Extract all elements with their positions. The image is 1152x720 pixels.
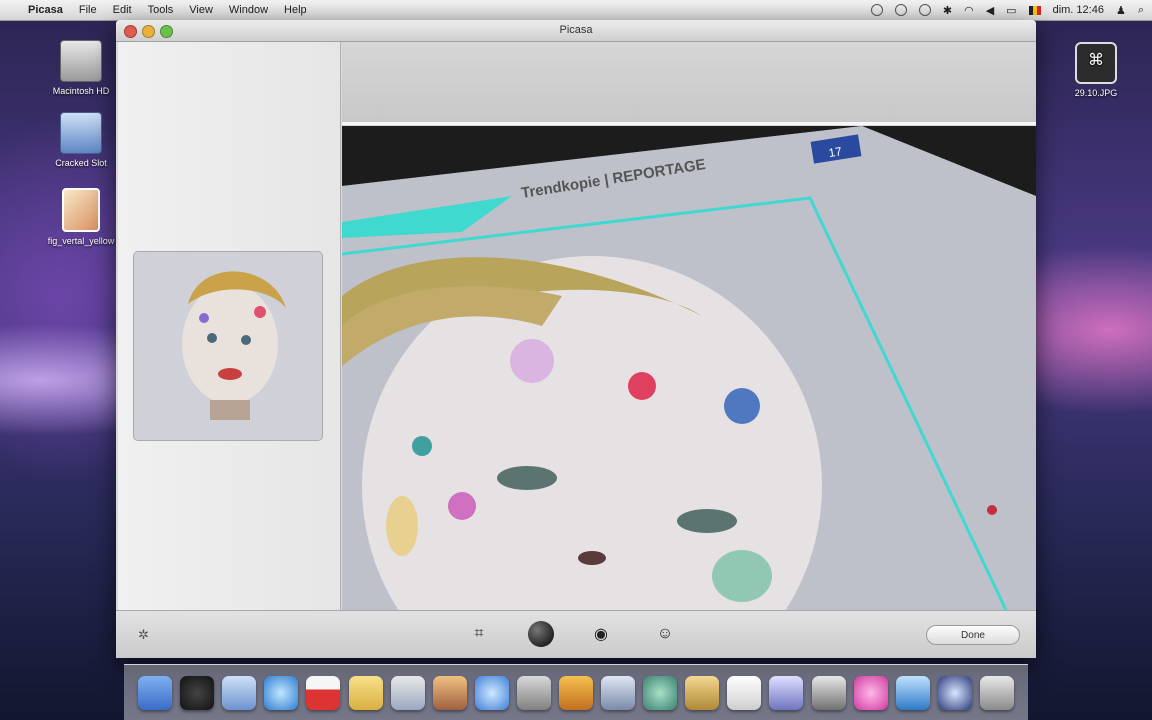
iphoto-icon[interactable] (432, 675, 467, 710)
window-title: Picasa (559, 24, 593, 36)
desktop-icon-label: fig_vertal_yellow (47, 236, 115, 246)
image-file-icon (62, 188, 100, 232)
wifi-icon[interactable]: ◠ (964, 4, 974, 17)
time-machine-dock-icon[interactable] (643, 675, 678, 710)
preview-icon[interactable] (390, 675, 425, 710)
cd-icon[interactable] (937, 675, 972, 710)
script-icon[interactable] (769, 675, 804, 710)
menu-view[interactable]: View (189, 4, 213, 16)
battery-icon[interactable]: ▭ (1006, 4, 1016, 17)
menubar-status-area: ✱ ◠ ◀ ▭ dim. 12:46 ♟ ⌕ (870, 0, 1144, 20)
finder-icon[interactable] (138, 675, 173, 710)
safari-icon[interactable] (264, 675, 299, 710)
menu-app-name[interactable]: Picasa (28, 4, 63, 16)
sync-icon[interactable] (870, 4, 883, 16)
disk-image-icon (60, 112, 102, 154)
webcam-preview[interactable]: Trendkopie | REPORTAGE 17 (342, 126, 1036, 610)
desktop-icon-label: Macintosh HD (52, 86, 110, 96)
garageband-icon[interactable] (558, 675, 593, 710)
minimize-button[interactable] (142, 25, 155, 38)
notes-icon[interactable] (348, 675, 383, 710)
mail-icon[interactable] (222, 675, 257, 710)
bluetooth-icon[interactable]: ✱ (943, 4, 952, 17)
time-machine-icon[interactable] (894, 4, 907, 16)
dashboard-icon[interactable] (180, 675, 215, 710)
crop-icon[interactable]: ⌗ (466, 621, 492, 647)
photo-app-icon[interactable] (895, 675, 930, 710)
captured-photo-thumbnail[interactable] (134, 252, 322, 440)
menubar-clock[interactable]: dim. 12:46 (1053, 4, 1104, 16)
gear-icon[interactable]: ✲ (138, 627, 149, 643)
face-scan-icon[interactable]: ☺ (652, 621, 678, 647)
spotlight-icon[interactable]: ⌕ (1138, 4, 1144, 17)
hard-drive-icon (60, 40, 102, 82)
ical-icon[interactable] (306, 675, 341, 710)
desktop-icon-hd[interactable]: Macintosh HD (38, 40, 124, 96)
desktop-icon-label: 29.10.JPG (1074, 88, 1118, 98)
user-icon[interactable]: ♟ (1116, 4, 1126, 17)
window-titlebar[interactable]: Picasa (116, 20, 1036, 42)
done-button[interactable]: Done (926, 625, 1020, 645)
input-flag-icon[interactable] (1028, 5, 1041, 15)
menu-help[interactable]: Help (284, 4, 307, 16)
desktop-icon-label: Cracked Slot (55, 158, 107, 168)
spaces-icon[interactable] (601, 675, 636, 710)
close-button[interactable] (124, 25, 137, 38)
menu-file[interactable]: File (79, 4, 97, 16)
window-controls (124, 25, 173, 38)
calculator-icon[interactable] (811, 675, 846, 710)
clock-icon[interactable] (918, 4, 931, 16)
dock (124, 664, 1028, 720)
trash-icon[interactable] (979, 675, 1014, 710)
bottom-toolbar: ✲ ⌗ ◉ ☺ Done (116, 610, 1036, 658)
network-icon[interactable] (516, 675, 551, 710)
zoom-button[interactable] (160, 25, 173, 38)
timer-icon[interactable]: ◉ (588, 621, 614, 647)
desktop-icon-image[interactable]: fig_vertal_yellow (38, 188, 124, 246)
photo-page-number: 17 (827, 144, 843, 160)
top-toolbar-area (342, 42, 1036, 125)
textedit-icon[interactable] (727, 675, 762, 710)
picasa-window: Picasa + ▫ ▢ (116, 20, 1036, 658)
captured-photos-sidebar: + ▫ ▢ (118, 42, 341, 632)
address-book-icon[interactable] (685, 675, 720, 710)
desktop-icon-right[interactable]: ⌘ 29.10.JPG (1064, 42, 1128, 98)
menu-tools[interactable]: Tools (148, 4, 174, 16)
menu-window[interactable]: Window (229, 4, 268, 16)
pink-app-icon[interactable] (853, 675, 888, 710)
volume-icon[interactable]: ◀ (986, 4, 994, 17)
itunes-icon[interactable] (474, 675, 509, 710)
file-icon: ⌘ (1075, 42, 1117, 84)
menu-edit[interactable]: Edit (113, 4, 132, 16)
capture-button[interactable] (528, 621, 554, 647)
menu-bar: Picasa File Edit Tools View Window Help … (0, 0, 1152, 21)
desktop-icon-dmg[interactable]: Cracked Slot (38, 112, 124, 168)
